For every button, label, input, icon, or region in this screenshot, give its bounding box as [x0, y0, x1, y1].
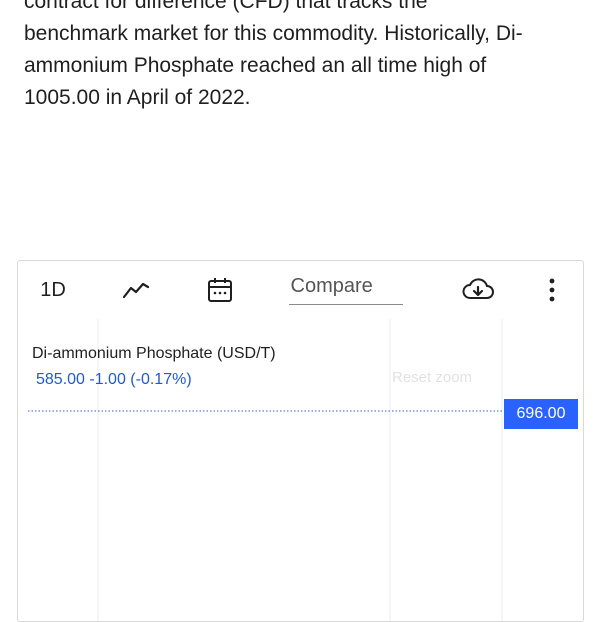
reset-zoom-button[interactable]: Reset zoom — [392, 369, 472, 386]
article-line: 1005.00 in April of 2022. — [24, 86, 251, 109]
last-price-label: 696.00 — [504, 399, 578, 429]
cloud-download-icon — [462, 278, 494, 299]
article-text: contract for difference (CFD) that track… — [24, 0, 577, 114]
article-line: benchmark market for this commodity. His… — [24, 22, 523, 45]
chart-quote: 585.00 -1.00 (-0.17%) — [36, 371, 192, 388]
chart-widget: 1D Compare Di-ammonium Phosphate (USD/T)… — [17, 260, 584, 622]
compare-input[interactable]: Compare — [288, 261, 403, 319]
chart-toolbar: 1D Compare — [18, 261, 583, 319]
date-range-button[interactable] — [200, 261, 240, 319]
more-options-button[interactable] — [536, 261, 568, 319]
line-chart-icon — [122, 282, 150, 299]
download-button[interactable] — [458, 261, 498, 319]
timeframe-button[interactable]: 1D — [32, 261, 74, 319]
calendar-icon — [208, 278, 232, 302]
article-line: ammonium Phosphate reached an all time h… — [24, 54, 487, 77]
more-vertical-icon — [549, 278, 555, 302]
chart-type-button[interactable] — [116, 261, 156, 319]
article-line: contract for difference (CFD) that track… — [24, 0, 428, 13]
chart-title: Di-ammonium Phosphate (USD/T) — [32, 345, 276, 362]
price-chart — [28, 319, 504, 621]
compare-label: Compare — [288, 275, 403, 305]
chart-plot-area[interactable]: Di-ammonium Phosphate (USD/T) 585.00 -1.… — [18, 319, 583, 621]
